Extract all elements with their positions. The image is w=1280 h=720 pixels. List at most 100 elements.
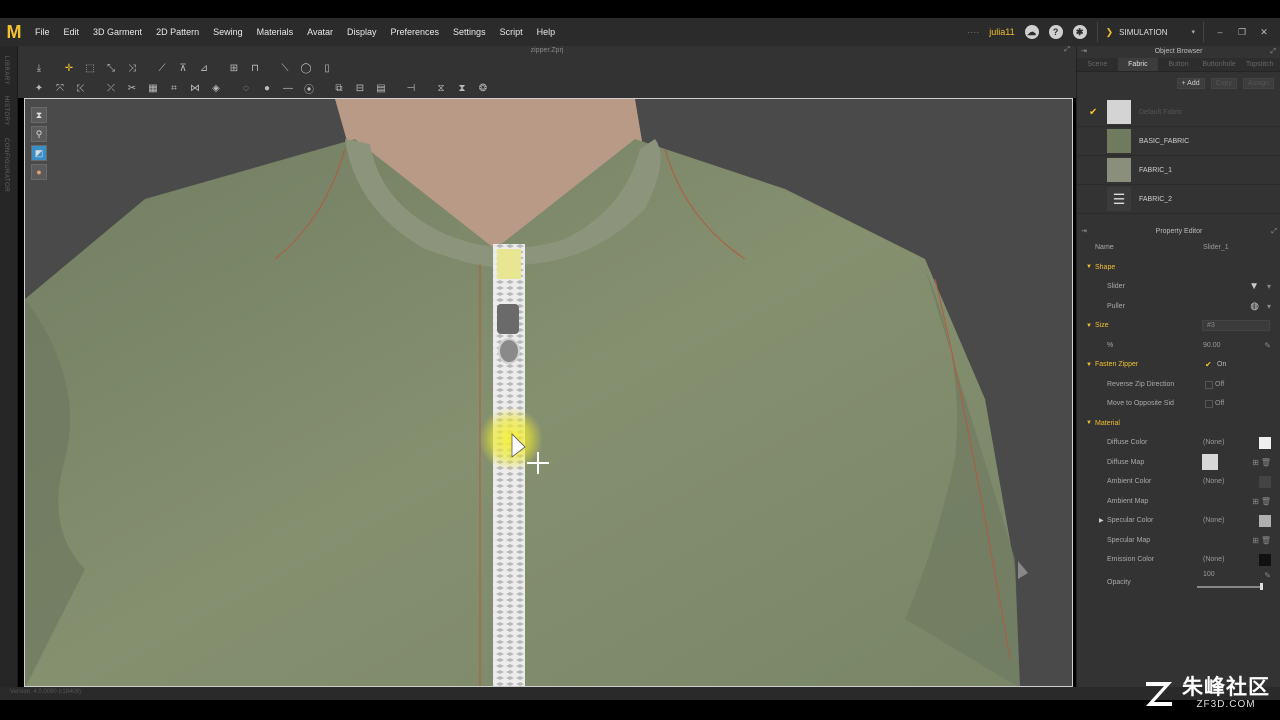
menu-avatar[interactable]: Avatar <box>300 27 340 37</box>
expand-icon[interactable]: ⤢ <box>1270 46 1276 58</box>
puckering-tool-icon[interactable]: ⊟ <box>351 80 369 96</box>
size-header[interactable]: ▼ Size #3 <box>1077 316 1280 336</box>
restore-button[interactable]: ❐ <box>1236 27 1248 38</box>
menu-file[interactable]: File <box>28 27 57 37</box>
3d-viewport[interactable]: ⧗ ⚲ ◩ ● <box>24 98 1073 687</box>
graphic-tool-icon[interactable]: ⌗ <box>165 80 183 96</box>
tab-fabric[interactable]: Fabric <box>1117 58 1159 71</box>
garment-tool-icon[interactable]: ⧗ <box>453 80 471 96</box>
tab-configurator[interactable]: CONFIGURATOR <box>3 138 9 192</box>
tab-topstitch[interactable]: Topstitch <box>1239 58 1280 71</box>
expand-viewport-icon[interactable]: ⤢ <box>1064 46 1070 54</box>
dropdown-icon[interactable]: ▾ <box>1267 302 1271 311</box>
menu-settings[interactable]: Settings <box>446 27 493 37</box>
tab-button[interactable]: Button <box>1158 58 1199 71</box>
assign-fabric-button[interactable]: Assign <box>1242 77 1274 89</box>
fabric-item-1[interactable]: FABRIC_1 <box>1077 156 1280 185</box>
strengthen-tool-icon[interactable]: ⤪ <box>72 80 90 96</box>
transform-tool-icon[interactable]: ⤡ <box>102 60 120 76</box>
fabric-item-basic[interactable]: BASIC_FABRIC <box>1077 127 1280 156</box>
cloud-icon[interactable]: ☁ <box>1024 25 1039 39</box>
trash-icon[interactable]: 🗑 <box>1261 536 1271 545</box>
simulation-tool-icon[interactable]: ⤓ <box>30 60 48 76</box>
pin-icon[interactable]: ⇥ <box>1081 46 1087 58</box>
diffuse-color-swatch[interactable] <box>1259 436 1271 449</box>
avatar-display-icon[interactable]: ⚲ <box>31 126 47 142</box>
trash-icon[interactable]: 🗑 <box>1261 497 1271 506</box>
topstitch-tool-icon[interactable]: — <box>279 80 297 96</box>
menu-sewing[interactable]: Sewing <box>206 27 250 37</box>
add-fabric-button[interactable]: + Add <box>1176 77 1205 89</box>
align-tool-icon[interactable]: ⊣ <box>402 80 420 96</box>
menu-2d-pattern[interactable]: 2D Pattern <box>149 27 206 37</box>
fabric-item-default[interactable]: ✔ Default Fabric <box>1077 98 1280 127</box>
bias-tool-icon[interactable]: ▤ <box>372 80 390 96</box>
mode-switch[interactable]: ❯ SIMULATION ▾ <box>1096 22 1204 42</box>
dot-tool-icon[interactable]: ● <box>258 80 276 96</box>
pattern-tool-icon[interactable]: ⊓ <box>246 60 264 76</box>
avatar-pose-icon[interactable]: ✦ <box>30 80 48 96</box>
trash-icon[interactable]: 🗑 <box>1261 458 1271 467</box>
shape-header[interactable]: ▼ Shape <box>1077 258 1280 278</box>
opacity-slider-track[interactable] <box>1197 585 1263 588</box>
tab-scene[interactable]: Scene <box>1077 58 1118 71</box>
trim-tool-icon[interactable]: ⋈ <box>186 80 204 96</box>
tape-tool-icon[interactable]: ⧉ <box>330 80 348 96</box>
texture-tool-icon[interactable]: ▦ <box>144 80 162 96</box>
grid-icon[interactable]: ⊞ <box>1252 458 1259 467</box>
close-button[interactable]: ✕ <box>1258 27 1270 38</box>
reverse-zip-checkbox[interactable] <box>1205 380 1213 389</box>
tack-tool-icon[interactable]: ⤨ <box>123 60 141 76</box>
specular-color-swatch[interactable] <box>1259 514 1271 527</box>
render-tool-icon[interactable]: ❂ <box>474 80 492 96</box>
select-move-tool-icon[interactable]: ✛ <box>60 60 78 76</box>
help-icon[interactable]: ? <box>1048 25 1063 39</box>
menu-display[interactable]: Display <box>340 27 384 37</box>
opacity-slider-thumb[interactable] <box>1260 582 1263 590</box>
expand-icon[interactable]: ⤢ <box>1271 226 1277 238</box>
grid-icon[interactable]: ⊞ <box>1252 536 1259 545</box>
select-mesh-tool-icon[interactable]: ⬚ <box>81 60 99 76</box>
tab-history[interactable]: HISTORY <box>3 96 9 126</box>
user-name[interactable]: julia11 <box>989 27 1014 37</box>
dropdown-icon[interactable]: ▾ <box>1267 282 1271 291</box>
menu-preferences[interactable]: Preferences <box>384 27 447 37</box>
name-field[interactable]: Slider_1 <box>1203 244 1229 251</box>
buttonhole-tool-icon[interactable]: ◌ <box>237 80 255 96</box>
garment-display-icon[interactable]: ⧗ <box>31 107 47 123</box>
tab-buttonhole[interactable]: Buttonhole <box>1199 58 1240 71</box>
pin-icon[interactable]: ⇥ <box>1081 226 1087 238</box>
fasten-checkbox[interactable]: ✔ <box>1205 360 1213 369</box>
fit-tool-icon[interactable]: ⤧ <box>51 80 69 96</box>
opacity-value[interactable]: 100 <box>1203 571 1215 578</box>
shirt-tool-icon[interactable]: ⧖ <box>432 80 450 96</box>
arrange-tool-icon[interactable]: ⊞ <box>225 60 243 76</box>
emission-color-swatch[interactable] <box>1259 553 1271 566</box>
fasten-zipper-row[interactable]: ▼ Fasten Zipper ✔ On <box>1077 355 1280 375</box>
specular-color-row[interactable]: ▶ Specular Color (None) <box>1077 511 1280 531</box>
button-tool-icon[interactable]: ◈ <box>207 80 225 96</box>
move-opposite-checkbox[interactable] <box>1205 400 1213 408</box>
measure-tool-icon[interactable]: ⟍ <box>276 60 294 76</box>
menu-edit[interactable]: Edit <box>57 27 87 37</box>
menu-materials[interactable]: Materials <box>250 27 301 37</box>
slider-shape-icon[interactable]: ▼ <box>1249 281 1259 292</box>
segment-tool-icon[interactable]: ⟋ <box>153 60 171 76</box>
fold-tool-icon[interactable]: ⊿ <box>195 60 213 76</box>
zipper-tool-icon[interactable]: ⦿ <box>300 80 318 96</box>
percent-field[interactable]: 90.00 <box>1203 342 1221 349</box>
copy-fabric-button[interactable]: Copy <box>1210 77 1237 89</box>
grid-icon[interactable]: ⊞ <box>1252 497 1259 506</box>
pin-tool-icon[interactable]: ⊼ <box>174 60 192 76</box>
menu-script[interactable]: Script <box>493 27 530 37</box>
eyedropper-icon[interactable]: ✎ <box>1264 571 1271 580</box>
edit-pattern-icon[interactable]: ⤫ <box>102 80 120 96</box>
menu-help[interactable]: Help <box>530 27 563 37</box>
menu-3d-garment[interactable]: 3D Garment <box>86 27 149 37</box>
diffuse-map-thumbnail[interactable] <box>1202 454 1218 471</box>
lasso-tool-icon[interactable]: ◯ <box>297 60 315 76</box>
fabric-item-2[interactable]: ☰ FABRIC_2 <box>1077 185 1280 214</box>
ambient-color-swatch[interactable] <box>1259 475 1271 488</box>
size-dropdown[interactable]: #3 <box>1202 320 1270 332</box>
ruler-tool-icon[interactable]: ▯ <box>318 60 336 76</box>
